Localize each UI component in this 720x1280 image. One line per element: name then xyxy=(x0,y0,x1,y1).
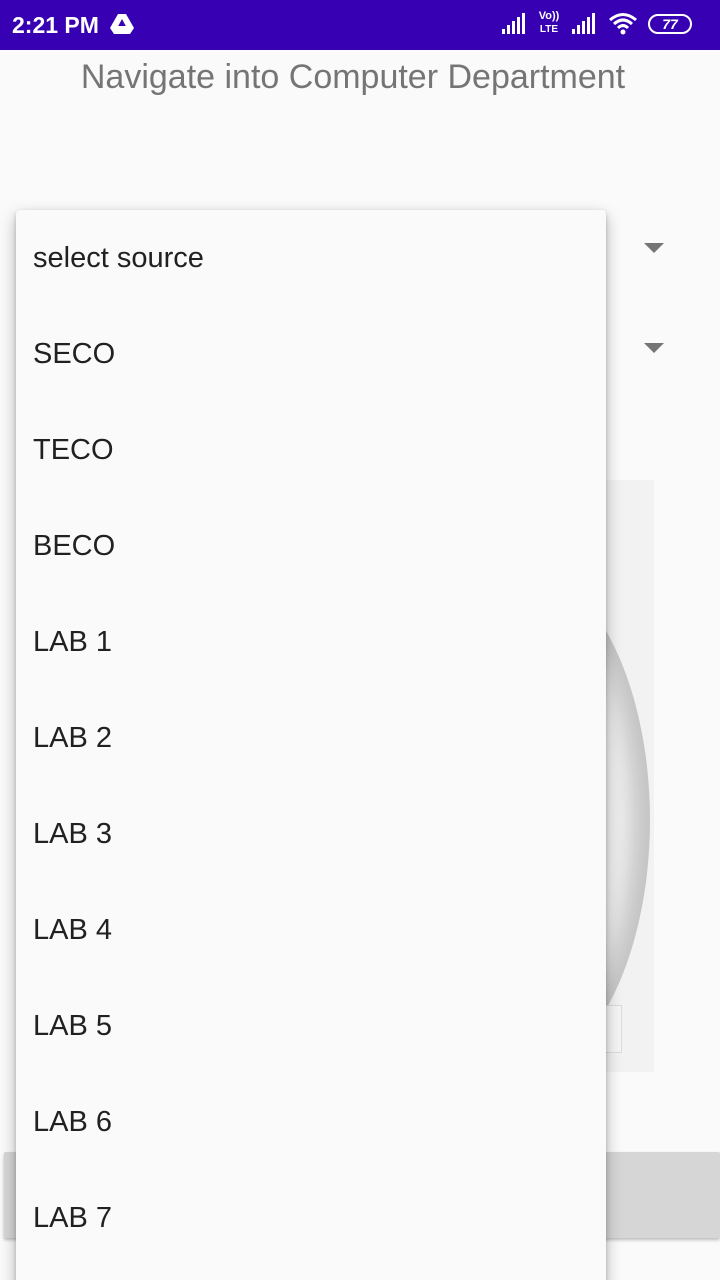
drive-icon xyxy=(110,14,134,34)
status-time: 2:21 PM xyxy=(12,12,99,38)
dropdown-item-select-source[interactable]: select source xyxy=(16,210,606,306)
app-screen: 2:21 PM Vo)) LTE 77 Navigate into Comput… xyxy=(0,0,720,1280)
wifi-icon xyxy=(609,13,637,35)
dropdown-item-lab-3[interactable]: LAB 3 xyxy=(16,786,606,882)
dropdown-item-lab-4[interactable]: LAB 4 xyxy=(16,882,606,978)
signal-icon xyxy=(502,13,525,34)
dropdown-item-lab-6[interactable]: LAB 6 xyxy=(16,1074,606,1170)
volte-icon: Vo)) LTE xyxy=(536,10,562,38)
dropdown-item-lab-7[interactable]: LAB 7 xyxy=(16,1170,606,1266)
battery-icon: 77 xyxy=(648,14,692,34)
dropdown-item-teco[interactable]: TECO xyxy=(16,402,606,498)
dropdown-item-seco[interactable]: SECO xyxy=(16,306,606,402)
lte-label: LTE xyxy=(539,24,559,35)
battery-level: 77 xyxy=(662,16,678,32)
source-dropdown-list: select source SECO TECO BECO LAB 1 LAB 2… xyxy=(16,210,606,1280)
dropdown-item-lab-2[interactable]: LAB 2 xyxy=(16,690,606,786)
dropdown-item-beco[interactable]: BECO xyxy=(16,498,606,594)
dropdown-item-lab-1[interactable]: LAB 1 xyxy=(16,594,606,690)
volte-label: Vo)) xyxy=(538,10,560,22)
page-title: Navigate into Computer Department xyxy=(80,58,626,96)
signal-icon xyxy=(572,13,595,34)
chevron-down-icon[interactable] xyxy=(644,343,664,353)
chevron-down-icon[interactable] xyxy=(644,243,664,253)
status-bar: 2:21 PM Vo)) LTE 77 xyxy=(0,0,720,50)
dropdown-item-lab-5[interactable]: LAB 5 xyxy=(16,978,606,1074)
